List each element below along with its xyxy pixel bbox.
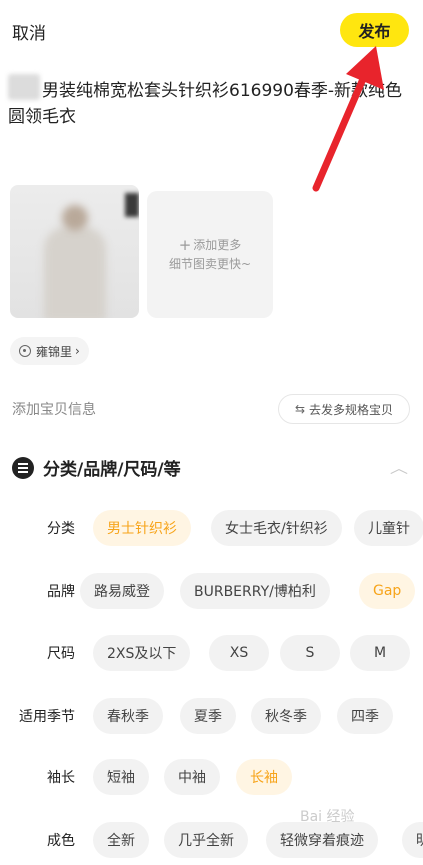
location-chip[interactable]: 雍锦里 › <box>10 337 89 365</box>
product-photo[interactable] <box>10 185 139 318</box>
swap-icon: ⇆ <box>294 402 306 416</box>
publish-button[interactable]: 发布 <box>340 13 409 47</box>
plus-icon: + <box>178 235 192 254</box>
location-label: 雍锦里 <box>36 344 73 359</box>
category-section-title: 分类/品牌/尺码/等 <box>43 460 181 480</box>
top-bar: 取消 发布 <box>0 0 423 62</box>
option-chip[interactable]: XS <box>209 635 269 671</box>
attr-row-brand: 品牌 路易威登 BURBERRY/博柏利 Gap <box>0 573 423 609</box>
option-chip[interactable]: BURBERRY/博柏利 <box>180 573 330 609</box>
option-chip[interactable]: 女士毛衣/针织衫 <box>211 510 342 546</box>
category-list-icon <box>12 456 34 479</box>
option-chip[interactable]: 全新 <box>93 822 149 858</box>
option-chip[interactable]: 几乎全新 <box>164 822 248 858</box>
option-chip[interactable]: 路易威登 <box>80 573 164 609</box>
attr-row-season: 适用季节 春秋季 夏季 秋冬季 四季 <box>0 698 423 734</box>
listing-title[interactable]: 男装纯棉宽松套头针织衫616990春季-新款纯色圆领毛衣 <box>8 78 412 130</box>
watermark-logo: Bai 经验 <box>300 809 355 825</box>
attr-row-size: 尺码 2XS及以下 XS S M <box>0 635 423 671</box>
chevron-right-icon: › <box>75 344 80 358</box>
attr-label: 成色 <box>47 833 75 849</box>
attr-label: 适用季节 <box>19 709 75 725</box>
attr-label: 袖长 <box>47 770 75 786</box>
option-chip[interactable]: 男士针织衫 <box>93 510 191 546</box>
attr-label: 分类 <box>47 521 75 537</box>
option-chip[interactable]: 儿童针 <box>354 510 423 546</box>
option-chip[interactable]: 2XS及以下 <box>93 635 191 671</box>
add-photo-button[interactable]: + 添加更多 细节图卖更快~ <box>147 191 273 318</box>
add-info-label[interactable]: 添加宝贝信息 <box>12 399 96 419</box>
attr-row-category: 分类 男士针织衫 女士毛衣/针织衫 儿童针 <box>0 510 423 546</box>
photo-figure-head <box>62 205 88 231</box>
cancel-button[interactable]: 取消 <box>12 19 46 44</box>
attr-label: 尺码 <box>47 646 75 662</box>
option-chip[interactable]: 明 <box>402 822 423 858</box>
option-chip[interactable]: 春秋季 <box>93 698 163 734</box>
location-pin-icon <box>19 345 31 357</box>
attr-row-sleeve: 袖长 短袖 中袖 长袖 <box>0 759 423 795</box>
multi-spec-button[interactable]: ⇆ 去发多规格宝贝 <box>278 394 410 424</box>
attr-row-condition: 成色 全新 几乎全新 轻微穿着痕迹 明 <box>0 822 423 858</box>
option-chip[interactable]: M <box>350 635 410 671</box>
option-chip[interactable]: 轻微穿着痕迹 <box>266 822 378 858</box>
photo-corner-mark <box>125 193 139 217</box>
attr-label: 品牌 <box>47 584 75 600</box>
option-chip[interactable]: 四季 <box>337 698 393 734</box>
multi-spec-label: 去发多规格宝贝 <box>309 402 394 417</box>
option-chip[interactable]: 秋冬季 <box>251 698 321 734</box>
option-chip[interactable]: 短袖 <box>93 759 149 795</box>
option-chip[interactable]: Gap <box>359 573 416 609</box>
option-chip[interactable]: 夏季 <box>180 698 236 734</box>
add-more-hint: 细节图卖更快~ <box>168 256 252 271</box>
photo-figure-body <box>44 227 106 318</box>
option-chip[interactable]: 长袖 <box>236 759 292 795</box>
option-chip[interactable]: S <box>280 635 340 671</box>
option-chip[interactable]: 中袖 <box>164 759 220 795</box>
add-more-text: 添加更多 <box>193 237 242 252</box>
category-section-header[interactable]: 分类/品牌/尺码/等 <box>12 455 181 480</box>
chevron-up-icon[interactable]: ︿ <box>390 458 408 478</box>
